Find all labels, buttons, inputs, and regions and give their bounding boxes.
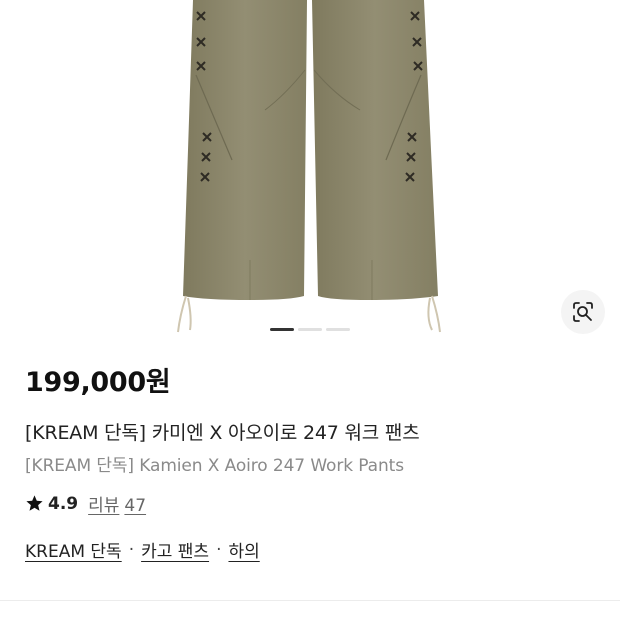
tag-separator: · — [128, 539, 135, 560]
product-detail-page: 199,000원 [KREAM 단독] 카미엔 X 아오이로 247 워크 팬츠… — [0, 0, 620, 620]
tag-separator: · — [216, 539, 222, 560]
carousel-indicator[interactable] — [270, 328, 350, 331]
tag-kream-exclusive[interactable]: KREAM 단독 — [25, 537, 122, 562]
section-divider — [0, 600, 620, 601]
tag-cargo-pants[interactable]: 카고 팬츠 — [141, 537, 209, 562]
carousel-dot-active[interactable] — [270, 328, 294, 331]
tag-bottoms[interactable]: 하의 — [228, 537, 259, 562]
review-count: 47 — [124, 496, 147, 516]
carousel-dot[interactable] — [298, 328, 322, 331]
star-icon — [26, 495, 43, 511]
category-tags: KREAM 단독 · 카고 팬츠 · 하의 — [25, 537, 260, 563]
product-image-gallery[interactable] — [0, 0, 620, 345]
image-search-button[interactable] — [561, 290, 605, 334]
rating-summary[interactable]: 4.9 리뷰 47 — [25, 491, 146, 516]
carousel-dot[interactable] — [326, 328, 350, 331]
image-search-icon — [573, 302, 593, 322]
review-label: 리뷰 — [88, 496, 120, 516]
product-price: 199,000원 — [25, 367, 171, 398]
product-title-english: [KREAM 단독] Kamien X Aoiro 247 Work Pants — [25, 456, 404, 476]
rating-score: 4.9 — [48, 493, 79, 514]
product-photo — [177, 0, 441, 333]
review-link[interactable]: 리뷰 47 — [88, 491, 146, 516]
product-title-korean: [KREAM 단독] 카미엔 X 아오이로 247 워크 팬츠 — [25, 422, 420, 444]
